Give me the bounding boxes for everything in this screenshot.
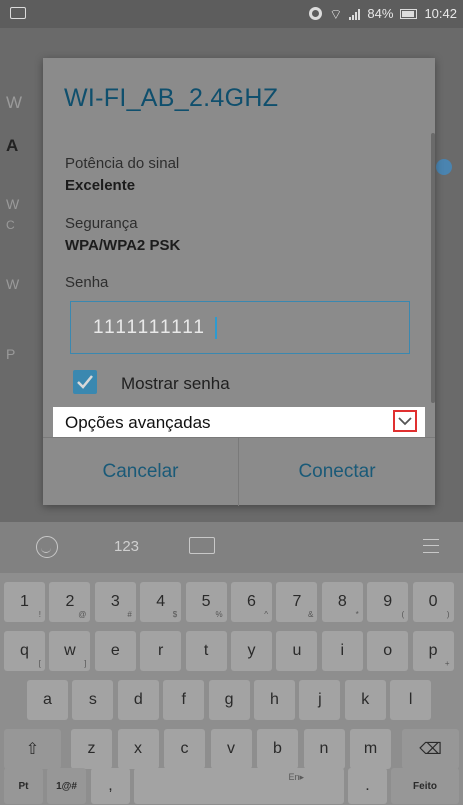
dialog-title: WI-FI_AB_2.4GHZ (64, 84, 279, 112)
key-n[interactable]: n (303, 729, 345, 769)
background-text: P (6, 346, 16, 362)
wifi-icon: ⌔ (329, 5, 343, 22)
keyboard-row-numbers: 1! 2 @3 #4 $5% 6 ^ 7 & 8 * 9(0) (0, 582, 463, 622)
key-m[interactable]: m (350, 729, 391, 769)
key-c[interactable]: c (164, 729, 205, 769)
password-value: 1111111111 (93, 317, 206, 338)
key-5[interactable]: 5% (185, 582, 227, 622)
password-label: Senha (65, 274, 109, 291)
key-0[interactable]: 0) (412, 582, 454, 622)
key-8[interactable]: 8 * (321, 582, 363, 622)
advanced-options-toggle[interactable] (393, 410, 417, 432)
key-6[interactable]: 6 ^ (231, 582, 272, 622)
key-x[interactable]: x (117, 729, 159, 769)
notification-icon (10, 7, 26, 19)
show-password-checkbox[interactable] (73, 370, 97, 394)
signal-icon (349, 8, 361, 20)
key-l[interactable]: l (390, 680, 432, 720)
battery-percent: 84% (367, 6, 394, 21)
status-bar: ⌔ 84% 10:42 (0, 0, 463, 28)
key-4[interactable]: 4 $ (140, 582, 182, 622)
security-value: WPA/WPA2 PSK (65, 237, 181, 254)
keyboard: 123 1! 2 @3 #4 $5% 6 ^ 7 & 8 * 9(0) q[w] e r t y u i o p + a… (0, 522, 463, 805)
advanced-options-row[interactable]: Opções avançadas (53, 407, 425, 437)
key-i[interactable]: i (321, 631, 363, 671)
key-v[interactable]: v (210, 729, 252, 769)
background-text: C (6, 218, 15, 232)
keyboard-row-bottom: Pt 1@# , En▸ . Feito (0, 764, 463, 804)
key-u[interactable]: u (276, 631, 318, 671)
background-text: W (6, 93, 23, 112)
keyboard-row-asdf: asdfghjkl (0, 680, 463, 720)
status-icons: ⌔ 84% 10:42 (309, 6, 457, 21)
dialog-scrollbar[interactable] (431, 133, 435, 403)
security-label: Segurança (65, 215, 138, 232)
keyboard-hide-icon[interactable] (189, 537, 215, 554)
period-key[interactable]: . (348, 768, 387, 804)
keyboard-toolbar: 123 (0, 522, 463, 573)
numeric-mode-button[interactable]: 123 (114, 538, 139, 555)
key-b[interactable]: b (257, 729, 298, 769)
symbols-key[interactable]: 1@# (47, 768, 86, 804)
menu-icon[interactable] (423, 539, 439, 553)
keyboard-row-zxcv: ⇧ zxcvbnm ⌫ (0, 729, 463, 769)
advanced-options-label: Opções avançadas (65, 413, 211, 432)
language-key[interactable]: Pt (4, 768, 43, 804)
show-password-label[interactable]: Mostrar senha (121, 374, 230, 394)
text-cursor (215, 317, 217, 339)
cancel-button[interactable]: Cancelar (43, 438, 239, 506)
wifi-connect-dialog: WI-FI_AB_2.4GHZ Potência do sinal Excele… (43, 58, 435, 506)
key-3[interactable]: 3 # (94, 582, 136, 622)
key-9[interactable]: 9( (367, 582, 409, 622)
key-y[interactable]: y (231, 631, 272, 671)
chevron-down-icon (398, 417, 412, 426)
key-7[interactable]: 7 & (276, 582, 318, 622)
clock: 10:42 (424, 6, 457, 21)
do-not-disturb-icon (309, 7, 323, 20)
key-2[interactable]: 2 @ (49, 582, 91, 622)
wifi-toggle (436, 159, 452, 175)
key-h[interactable]: h (254, 680, 295, 720)
password-input[interactable]: 1111111111 (70, 301, 410, 354)
key-z[interactable]: z (71, 729, 112, 769)
key-e[interactable]: e (94, 631, 136, 671)
battery-icon (400, 8, 418, 19)
key-j[interactable]: j (299, 680, 341, 720)
key-a[interactable]: a (27, 680, 68, 720)
key-f[interactable]: f (163, 680, 205, 720)
done-key[interactable]: Feito (391, 768, 459, 804)
space-key[interactable]: En▸ (134, 768, 344, 804)
signal-label: Potência do sinal (65, 155, 180, 172)
background-text: W (6, 276, 20, 292)
keyboard-row-qwerty: q[w] e r t y u i o p + (0, 631, 463, 671)
key-w[interactable]: w] (49, 631, 91, 671)
key-t[interactable]: t (185, 631, 227, 671)
backspace-key[interactable]: ⌫ (402, 729, 459, 769)
background-text: W (6, 196, 20, 212)
key-q[interactable]: q[ (4, 631, 45, 671)
key-s[interactable]: s (72, 680, 114, 720)
emoji-icon[interactable] (36, 536, 58, 558)
key-r[interactable]: r (140, 631, 182, 671)
connect-button[interactable]: Conectar (239, 438, 435, 506)
signal-value: Excelente (65, 177, 136, 194)
dialog-actions: Cancelar Conectar (43, 437, 435, 506)
comma-key[interactable]: , (91, 768, 130, 804)
space-language-hint: En▸ (288, 772, 304, 782)
key-o[interactable]: o (367, 631, 409, 671)
background-text: A (6, 136, 19, 155)
key-k[interactable]: k (344, 680, 386, 720)
key-g[interactable]: g (208, 680, 250, 720)
key-1[interactable]: 1! (4, 582, 45, 622)
check-icon (77, 375, 93, 389)
shift-key[interactable]: ⇧ (4, 729, 61, 769)
key-p[interactable]: p + (412, 631, 454, 671)
key-d[interactable]: d (117, 680, 159, 720)
